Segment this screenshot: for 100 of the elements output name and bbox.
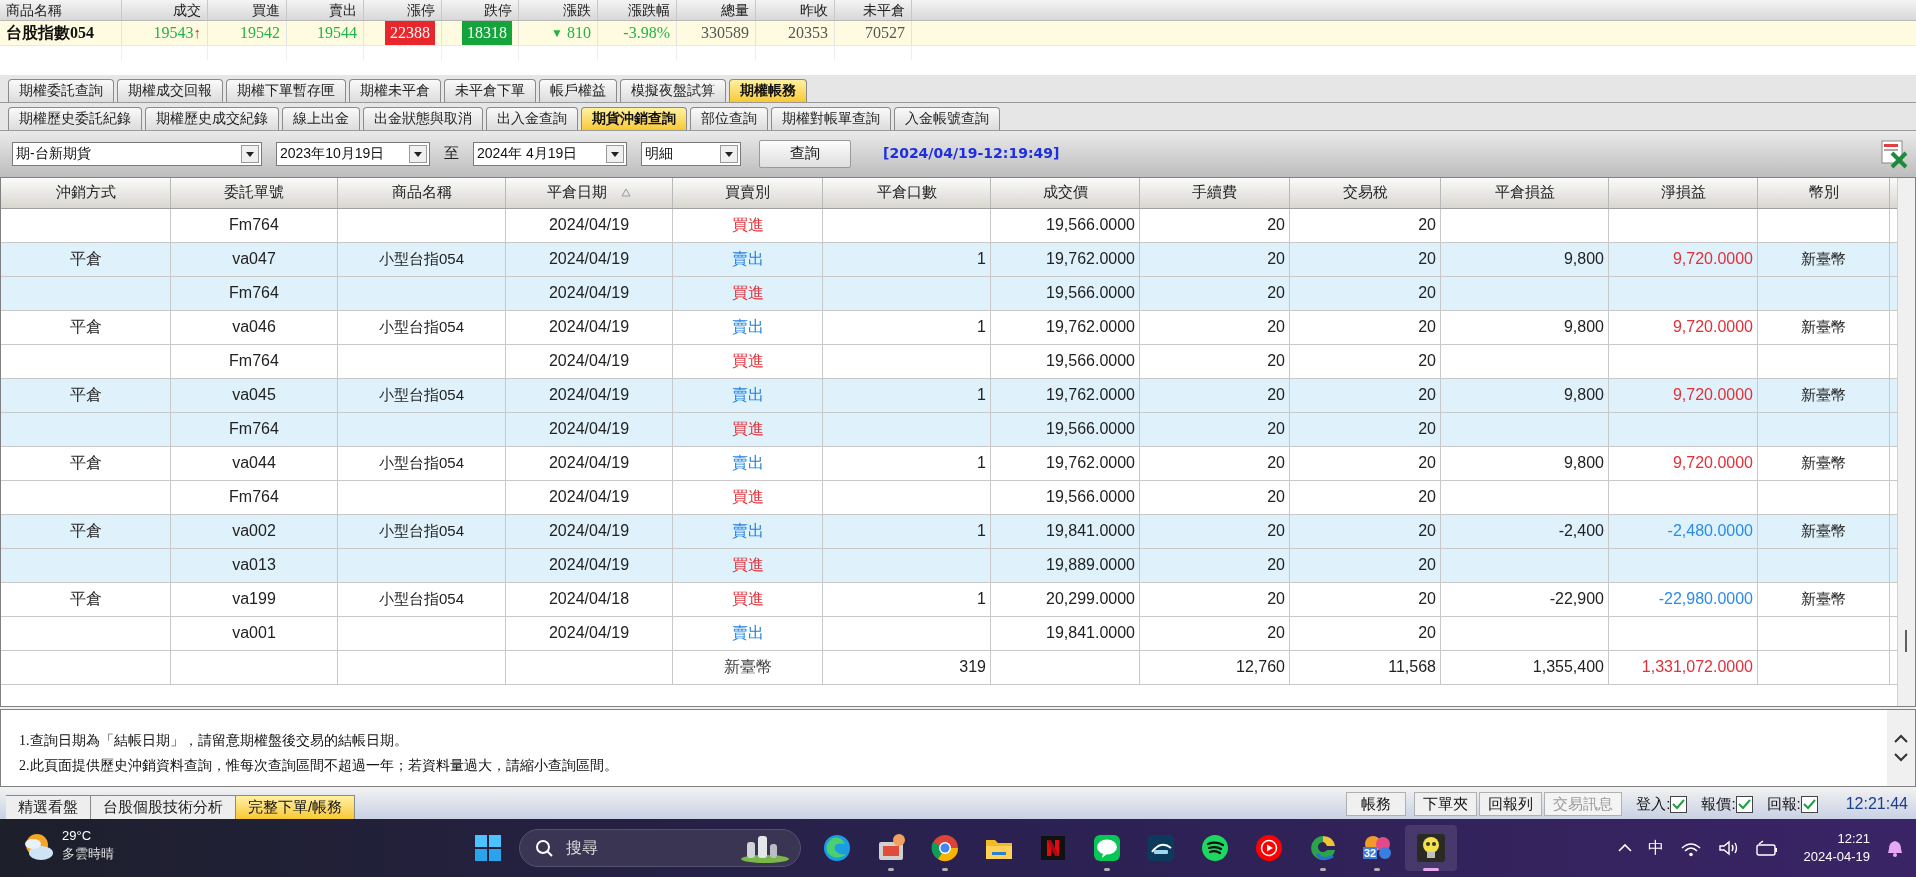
- column-header[interactable]: 幣別: [1808, 181, 1839, 204]
- table-cell-text: 賣出: [731, 385, 764, 406]
- column-header[interactable]: 商品名稱: [391, 181, 452, 204]
- indicator-label: 回報:: [1766, 793, 1801, 814]
- table-cell-text: 2024/04/19: [548, 283, 630, 304]
- table-cell-text: 20: [1418, 249, 1436, 270]
- note-text: 1.查詢日期為「結帳日期」，請留意期權盤後交易的結帳日期。: [19, 732, 409, 751]
- bell-icon[interactable]: [1886, 839, 1904, 858]
- checkbox[interactable]: [1670, 795, 1688, 813]
- table-row[interactable]: va001 2024/04/19 賣出 19,841.0000 20 20: [1, 616, 1897, 651]
- tab[interactable]: 部位查詢: [690, 106, 768, 130]
- table-row[interactable]: 平倉 va046 小型台指054 2024/04/19 賣出 1 19,762.0000 20 20 9,800 9,720.0000 新臺幣: [1, 310, 1897, 345]
- column-header[interactable]: 沖銷方式: [55, 181, 116, 204]
- tab[interactable]: 出金狀態與取消: [363, 106, 483, 130]
- spreadsheet-export-icon[interactable]: [1880, 138, 1908, 169]
- status-button[interactable]: 下單夾: [1414, 792, 1478, 817]
- scrollbar[interactable]: [1887, 710, 1915, 787]
- tab[interactable]: 模擬夜盤試算: [620, 78, 726, 102]
- column-header: 昨收: [800, 0, 828, 20]
- checkbox[interactable]: [1800, 795, 1818, 813]
- bottom-tab[interactable]: 台股個股技術分析: [91, 795, 236, 820]
- checkbox[interactable]: [1735, 795, 1753, 813]
- status-button[interactable]: 回報列: [1479, 792, 1543, 817]
- input-method-indicator[interactable]: 中: [1647, 836, 1664, 861]
- tab[interactable]: 期貨沖銷查詢: [581, 106, 687, 130]
- table-row[interactable]: va013 2024/04/19 買進 19,889.0000 20 20: [1, 548, 1897, 583]
- table-row[interactable]: Fm764 2024/04/19 買進 19,566.0000 20 20: [1, 480, 1897, 515]
- table-cell-text: 9,720.0000: [1672, 249, 1753, 270]
- dropdown[interactable]: 明細: [641, 141, 741, 166]
- dropdown[interactable]: 2024年 4月19日: [473, 141, 627, 166]
- table-cell-text: 20: [1267, 419, 1285, 440]
- table-cell-text: Fm764: [229, 351, 279, 372]
- column-header[interactable]: 成交價: [1042, 181, 1088, 204]
- table-cell-text: 買進: [731, 419, 764, 440]
- table-row[interactable]: 平倉 va047 小型台指054 2024/04/19 賣出 1 19,762.0000 20 20 9,800 9,720.0000 新臺幣: [1, 242, 1897, 277]
- column-header[interactable]: 委託單號: [224, 181, 284, 204]
- chevron-up-icon[interactable]: [1617, 843, 1632, 854]
- table-cell-text: 買進: [731, 589, 764, 610]
- column-header[interactable]: 手續費: [1192, 181, 1237, 204]
- table-cell-text: 20: [1267, 317, 1285, 338]
- down-arrow-icon: ▼: [551, 24, 563, 42]
- table-cell-text: -2,480.0000: [1667, 521, 1753, 542]
- scrollbar[interactable]: [1897, 177, 1915, 707]
- bottom-tab[interactable]: 精選看盤: [6, 795, 91, 820]
- table-row[interactable]: 平倉 va199 小型台指054 2024/04/18 買進 1 20,299.0000 20 20 -22,900 -22,980.0000 新臺幣: [1, 582, 1897, 617]
- tab[interactable]: 期權下單暫存匣: [226, 78, 346, 102]
- table-row[interactable]: 平倉 va045 小型台指054 2024/04/19 賣出 1 19,762.0000 20 20 9,800 9,720.0000 新臺幣: [1, 378, 1897, 413]
- table-cell-text: 新臺幣: [723, 657, 772, 678]
- quote-value: 330589: [701, 23, 749, 43]
- column-header[interactable]: 平倉日期: [547, 181, 607, 204]
- tab[interactable]: 期權歷史委託紀錄: [8, 106, 142, 130]
- windows-grid-icon: [475, 835, 501, 862]
- table-cell-text: 20: [1267, 555, 1285, 576]
- dropdown[interactable]: 2023年10月19日: [276, 141, 430, 166]
- quote-value: 19544: [317, 23, 357, 43]
- table-cell-text: 平倉: [69, 385, 102, 406]
- table-cell-text: 2024/04/18: [548, 589, 630, 610]
- table-cell-text: 20: [1418, 453, 1436, 474]
- column-header[interactable]: 平倉損益: [1494, 181, 1555, 204]
- dropdown[interactable]: 期-台新期貨: [12, 141, 262, 166]
- query-button[interactable]: 查詢: [759, 139, 851, 168]
- status-button[interactable]: 帳務: [1346, 792, 1407, 817]
- tab[interactable]: 線上出金: [282, 106, 360, 130]
- tab[interactable]: 入金帳號查詢: [894, 106, 1000, 130]
- table-cell-text: 1,331,072.0000: [1641, 657, 1753, 678]
- table-row[interactable]: 平倉 va002 小型台指054 2024/04/19 賣出 1 19,841.0000 20 20 -2,400 -2,480.0000 新臺幣: [1, 514, 1897, 549]
- tab[interactable]: 期權歷史成交紀錄: [145, 106, 279, 130]
- bottom-tab[interactable]: 完整下單/帳務: [236, 795, 356, 820]
- table-cell-text: 20: [1267, 623, 1285, 644]
- tab[interactable]: 期權對帳單查詢: [771, 106, 891, 130]
- tray-time[interactable]: 12:21: [1837, 830, 1870, 849]
- light-bulb-icon[interactable]: [1415, 832, 1447, 865]
- table-row[interactable]: 新臺幣 319 12,760 11,568 1,355,400 1,331,072.0000: [1, 650, 1897, 685]
- battery-icon[interactable]: [1754, 839, 1778, 857]
- speaker-icon[interactable]: [1717, 839, 1739, 858]
- quote-value: 20353: [788, 23, 828, 43]
- table-cell-text: 2024/04/19: [548, 555, 630, 576]
- column-header: 跌停: [484, 0, 512, 20]
- tab[interactable]: 期權委託查詢: [8, 78, 114, 102]
- table-cell-text: 小型台指054: [379, 588, 464, 609]
- scroll-down-icon[interactable]: [1894, 753, 1908, 763]
- tray-date[interactable]: 2024-04-19: [1803, 848, 1870, 867]
- tab[interactable]: 未平倉下單: [444, 78, 536, 102]
- tab[interactable]: 期權未平倉: [349, 78, 441, 102]
- table-row[interactable]: Fm764 2024/04/19 買進 19,566.0000 20 20: [1, 276, 1897, 311]
- column-header[interactable]: 交易稅: [1342, 181, 1388, 204]
- table-row[interactable]: 平倉 va044 小型台指054 2024/04/19 賣出 1 19,762.0000 20 20 9,800 9,720.0000 新臺幣: [1, 446, 1897, 481]
- column-header[interactable]: 平倉口數: [876, 181, 937, 204]
- table-cell-text: 2024/04/19: [548, 215, 630, 236]
- tab[interactable]: 期權成交回報: [117, 78, 223, 102]
- table-row[interactable]: Fm764 2024/04/19 買進 19,566.0000 20 20: [1, 344, 1897, 379]
- table-row[interactable]: Fm764 2024/04/19 買進 19,566.0000 20 20: [1, 208, 1897, 243]
- column-header[interactable]: 買賣別: [725, 181, 770, 204]
- tab[interactable]: 帳戶權益: [539, 78, 617, 102]
- table-row[interactable]: Fm764 2024/04/19 買進 19,566.0000 20 20: [1, 412, 1897, 447]
- tab[interactable]: 期權帳務: [729, 78, 807, 102]
- search-field[interactable]: 搜尋: [519, 829, 801, 868]
- column-header[interactable]: 淨損益: [1660, 181, 1706, 204]
- tab[interactable]: 出入金查詢: [486, 106, 578, 130]
- scroll-up-icon[interactable]: [1894, 734, 1908, 744]
